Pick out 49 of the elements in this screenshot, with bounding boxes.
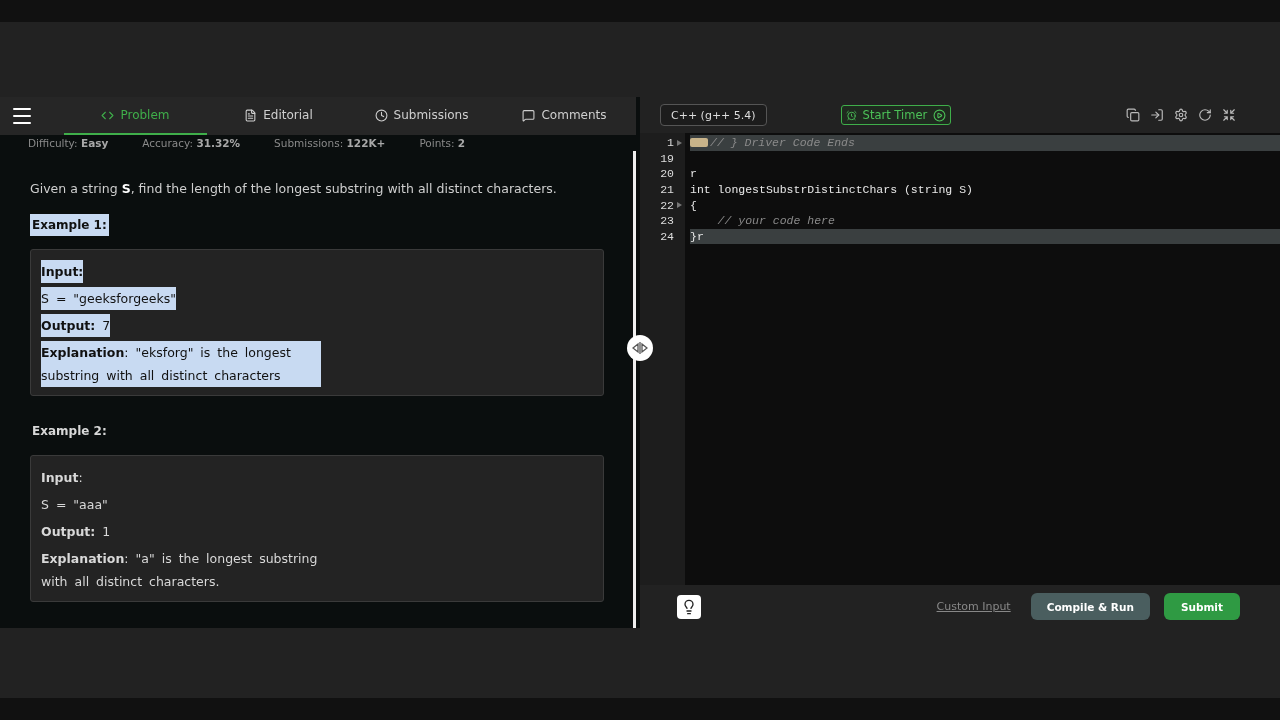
folded-code-marker[interactable] bbox=[690, 138, 708, 148]
example-title: Example 2: bbox=[31, 423, 108, 440]
custom-input-link[interactable]: Custom Input bbox=[936, 600, 1011, 613]
copy-button[interactable] bbox=[1126, 108, 1140, 122]
code-line: }r bbox=[690, 229, 704, 243]
import-button[interactable] bbox=[1150, 108, 1164, 122]
problem-tab[interactable]: Submissions bbox=[350, 97, 493, 135]
code-line: int longestSubstrDistinctChars (string S) bbox=[690, 183, 973, 197]
code-comment: // } Driver Code Ends bbox=[710, 136, 855, 150]
code-comment: // your code here bbox=[716, 214, 835, 228]
resize-handle[interactable] bbox=[627, 335, 653, 361]
settings-button[interactable] bbox=[1174, 108, 1188, 122]
example-line: Input: bbox=[41, 469, 83, 487]
speech-bubble-icon bbox=[522, 108, 536, 122]
line-number: 23 bbox=[659, 214, 674, 228]
problem-tab[interactable]: Comments bbox=[493, 97, 636, 135]
meta-stat: Points: 2 bbox=[419, 137, 466, 149]
fold-arrow-icon[interactable] bbox=[677, 139, 682, 146]
submit-button[interactable]: Submit bbox=[1163, 593, 1240, 620]
line-number: 22 bbox=[659, 198, 674, 212]
problem-statement: Given a string S, find the length of the longest substring with all distinct characters. bbox=[30, 181, 558, 196]
lightbulb-icon bbox=[681, 598, 697, 615]
problem-tab[interactable]: Editorial bbox=[207, 97, 350, 135]
language-select[interactable]: C++ (g++ 5.4) bbox=[660, 104, 767, 126]
play-icon bbox=[933, 108, 947, 122]
start-timer-button[interactable]: Start Timer bbox=[840, 105, 952, 125]
fold-arrow-icon[interactable] bbox=[677, 202, 682, 209]
code-line: { bbox=[690, 198, 697, 212]
problem-tab[interactable]: Problem bbox=[64, 97, 207, 135]
example-line: Output: 1 bbox=[41, 523, 111, 541]
compile-run-button[interactable]: Compile & Run bbox=[1030, 593, 1150, 620]
hint-button[interactable] bbox=[677, 594, 701, 619]
meta-stat: Submissions: 122K+ bbox=[274, 137, 386, 149]
meta-stat: Accuracy: 31.32% bbox=[142, 137, 241, 149]
line-number: 24 bbox=[659, 229, 674, 243]
shrink-button[interactable] bbox=[1222, 108, 1236, 122]
line-number: 19 bbox=[659, 151, 674, 165]
clock-icon bbox=[374, 108, 388, 122]
line-number: 21 bbox=[659, 183, 674, 197]
example-title: Example 1: bbox=[30, 214, 109, 236]
meta-stat: Difficulty: Easy bbox=[28, 137, 109, 149]
line-number: 1 bbox=[666, 136, 674, 150]
line-number: 20 bbox=[659, 167, 674, 181]
code-line: r bbox=[690, 167, 697, 181]
document-icon bbox=[244, 108, 258, 122]
example-line: Explanation: "a" is the longest substring with all distinct characters. bbox=[41, 550, 319, 591]
reset-button[interactable] bbox=[1198, 108, 1212, 122]
example-line: S = "aaa" bbox=[41, 496, 108, 514]
alarm-clock-icon bbox=[845, 109, 857, 121]
